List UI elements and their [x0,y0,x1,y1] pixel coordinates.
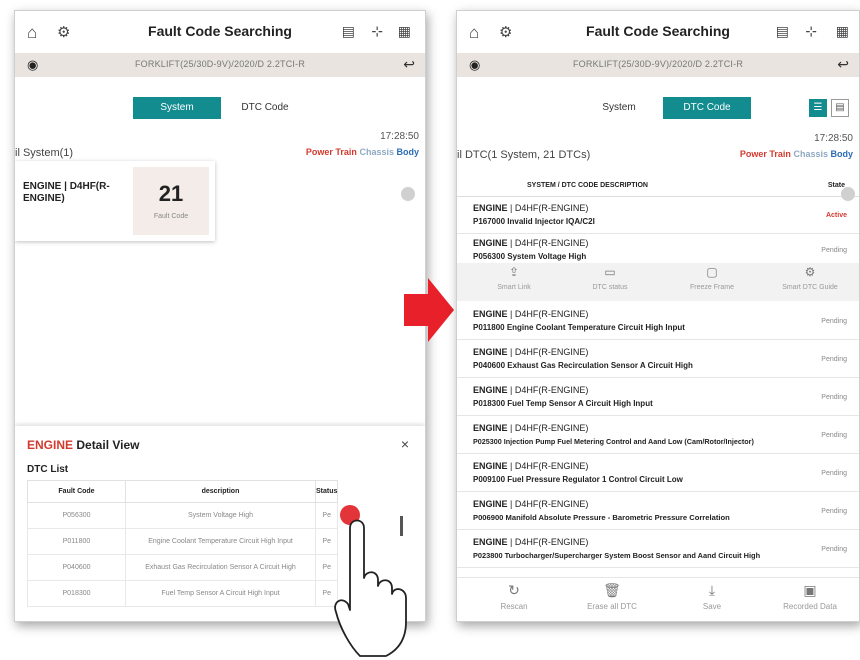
dtc-row[interactable]: ENGINE | D4HF(R-ENGINE) P006900 Manifold… [457,493,859,530]
back-icon[interactable]: ↩ [403,56,415,73]
detail-title: ENGINE Detail View [27,438,140,452]
system-filters: Power Train Chassis Body [306,147,419,157]
section-title: il System(1) [15,147,74,159]
arrow-right-icon [404,278,454,342]
col-fault-code: Fault Code [27,480,126,503]
smart-dtc-guide-button[interactable]: ⚙ Smart DTC Guide [765,265,855,291]
card-view-icon[interactable]: ▤ [831,99,849,117]
dtc-row[interactable]: ENGINE | D4HF(R-ENGINE) P018300 Fuel Tem… [457,379,859,416]
dtc-list-header: SYSTEM / DTC CODE DESCRIPTION State [457,175,859,197]
top-bar: ⌂ ⚙ Fault Code Searching ▤ ⊹ ▦ [15,11,425,53]
dtc-status-button[interactable]: ▭ DTC status [565,265,655,291]
tab-dtc-code[interactable]: DTC Code [663,97,751,119]
dtc-row[interactable]: ENGINE | D4HF(R-ENGINE) P025300 Injectio… [457,417,859,454]
state-active: Active [825,212,847,219]
filter-chassis[interactable]: Chassis [793,149,828,159]
dtc-row[interactable]: ENGINE | D4HF(R-ENGINE) P056300 System V… [457,232,859,263]
vehicle-info: FORKLIFT(25/30D-9V)/2020/D 2.2TCI-R [572,59,744,69]
trash-icon: 🗑 [603,582,621,598]
hand-pointer-icon [334,519,407,657]
recorded-data-button[interactable]: ▣ Recorded Data [765,582,855,611]
right-screen: ⌂ ⚙ Fault Code Searching ▤ ⊹ ▦ ◉ FORKLIF… [456,10,860,622]
ecu-name: ENGINE | D4HF(R-ENGINE) [23,181,110,204]
scroll-handle[interactable] [841,187,855,201]
frame-icon: ▢ [706,265,718,279]
dtc-list-label: DTC List [27,464,69,475]
section-title: il DTC(1 System, 21 DTCs) [457,149,591,161]
report-icon[interactable]: ▤ [776,23,789,40]
tab-bar: System DTC Code [575,97,751,119]
grid-icon[interactable]: ▦ [398,23,411,40]
fault-count-label: Fault Code [153,213,189,220]
page-title: Fault Code Searching [586,23,730,39]
dtc-row[interactable]: ENGINE | D4HF(R-ENGINE) P040600 Exhaust … [457,341,859,378]
vehicle-info: FORKLIFT(25/30D-9V)/2020/D 2.2TCI-R [134,59,306,69]
timestamp: 17:28:50 [814,133,853,144]
timestamp: 17:28:50 [380,131,419,142]
row-action-bar: ⇪ Smart Link ▭ DTC status ▢ Freeze Frame… [457,263,859,301]
freeze-frame-button[interactable]: ▢ Freeze Frame [667,265,757,291]
tab-bar: System DTC Code [133,97,309,119]
save-button[interactable]: ⤓ Save [667,582,757,611]
fault-count-box: 21 Fault Code [133,167,209,235]
filter-power-train[interactable]: Power Train [306,147,357,157]
smart-link-button[interactable]: ⇪ Smart Link [469,265,559,291]
top-bar: ⌂ ⚙ Fault Code Searching ▤ ⊹ ▦ [457,11,859,53]
dtc-row[interactable]: ENGINE | D4HF(R-ENGINE) P167000 Invalid … [457,197,859,234]
document-icon: ▭ [604,265,616,279]
vehicle-bar: ◉ FORKLIFT(25/30D-9V)/2020/D 2.2TCI-R ↩ [457,53,859,77]
dtc-row[interactable]: ENGINE | D4HF(R-ENGINE) P011800 Engine C… [457,303,859,340]
tab-system[interactable]: System [133,97,221,119]
ecu-card[interactable]: ENGINE | D4HF(R-ENGINE) 21 Fault Code [15,161,215,241]
page-title: Fault Code Searching [148,23,292,39]
col-description: description [125,480,316,503]
tab-system[interactable]: System [575,97,663,119]
dtc-table: Fault Code description Status P056300 Sy… [27,480,339,607]
table-row[interactable]: P040600 Exhaust Gas Recirculation Sensor… [27,554,339,581]
capture-icon[interactable]: ⊹ [371,23,383,40]
rescan-button[interactable]: ↻ Rescan [469,582,559,611]
system-filters: Power Train Chassis Body [740,149,853,159]
back-icon[interactable]: ↩ [837,56,849,73]
filter-chassis[interactable]: Chassis [359,147,394,157]
filter-body[interactable]: Body [831,149,854,159]
bottom-toolbar: ↻ Rescan 🗑 Erase all DTC ⤓ Save ▣ Record… [457,577,859,621]
folder-icon: ▣ [803,582,817,598]
close-icon[interactable]: × [401,436,409,452]
table-row[interactable]: P018300 Fuel Temp Sensor A Circuit High … [27,580,339,607]
table-row[interactable]: P011800 Engine Coolant Temperature Circu… [27,528,339,555]
grid-icon[interactable]: ▦ [836,23,849,40]
download-icon: ⤓ [708,582,716,598]
capture-icon[interactable]: ⊹ [805,23,817,40]
view-toggle: ☰ ▤ [809,99,849,117]
table-row[interactable]: P056300 System Voltage High Pe [27,502,339,529]
vehicle-bar: ◉ FORKLIFT(25/30D-9V)/2020/D 2.2TCI-R ↩ [15,53,425,77]
filter-power-train[interactable]: Power Train [740,149,791,159]
gear-icon: ⚙ [804,265,816,279]
tab-dtc-code[interactable]: DTC Code [221,97,309,119]
filter-body[interactable]: Body [397,147,420,157]
scroll-handle[interactable] [401,187,415,201]
header-description: SYSTEM / DTC CODE DESCRIPTION [527,182,648,189]
report-icon[interactable]: ▤ [342,23,355,40]
list-view-icon[interactable]: ☰ [809,99,827,117]
erase-all-dtc-button[interactable]: 🗑 Erase all DTC [567,582,657,611]
dtc-row[interactable]: ENGINE | D4HF(R-ENGINE) P023800 Turbocha… [457,531,859,568]
fault-count: 21 [158,181,184,206]
refresh-icon: ↻ [508,582,520,598]
share-icon: ⇪ [508,265,520,279]
dtc-row[interactable]: ENGINE | D4HF(R-ENGINE) P009100 Fuel Pre… [457,455,859,492]
